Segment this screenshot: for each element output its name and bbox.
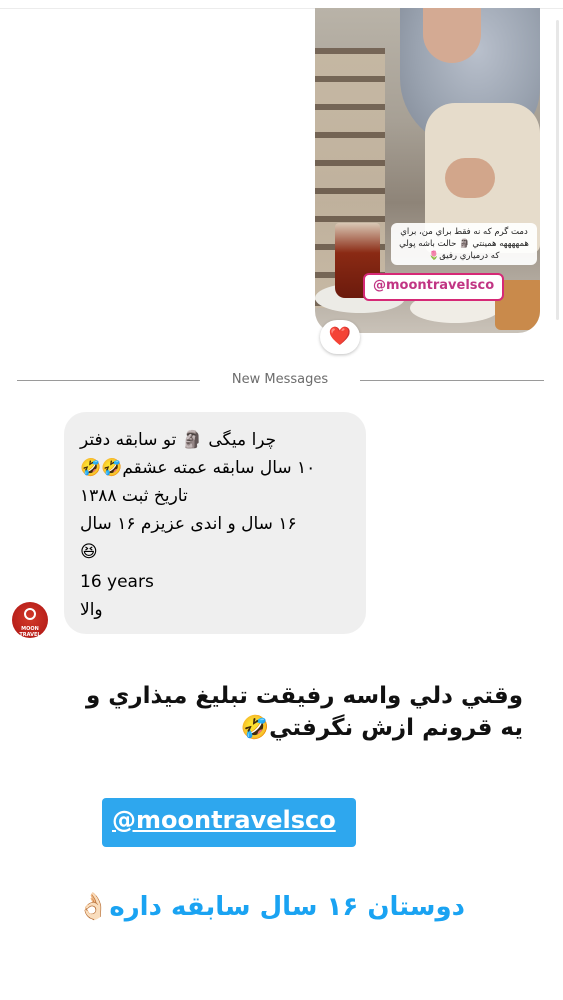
divider-line-left xyxy=(17,380,215,381)
scroll-indicator[interactable] xyxy=(556,20,559,320)
shared-story-photo[interactable]: دمت گرم که نه فقط براي من، براي همههههه … xyxy=(315,8,540,333)
message-line: 16 years xyxy=(80,572,154,592)
photo-hand xyxy=(445,158,495,198)
avatar-label: MOON TRAVEL xyxy=(19,626,41,638)
message-line: 😆 xyxy=(80,542,98,562)
message-bubble[interactable]: چرا میگی 🗿 تو سابقه دفتر ۱۰ سال سابقه عم… xyxy=(64,412,366,634)
mention-sticker[interactable]: @moontravelsco xyxy=(102,798,356,847)
story-text-line: يه قرونم ازش نگرفتي🤣 xyxy=(240,715,523,741)
mention-sticker-label: @moontravelsco xyxy=(112,806,336,834)
message-line: ۱۰ سال سابقه عمته عشقم🤣🤣 xyxy=(80,458,316,478)
message-line: چرا میگی 🗿 تو سابقه دفتر xyxy=(80,430,277,450)
footer-text: دوستان ۱۶ سال سابقه داره👌🏻 xyxy=(76,892,465,922)
heart-reaction-icon[interactable]: ❤️ xyxy=(320,320,360,354)
moon-logo-icon xyxy=(24,608,36,620)
new-messages-divider: New Messages xyxy=(200,372,360,387)
story-text-line: وقتي دلي واسه رفيقت تبليغ ميذاري و xyxy=(85,683,523,709)
photo-caption: دمت گرم که نه فقط براي من، براي همههههه … xyxy=(391,223,537,265)
message-line: ۱۶ سال و اندی عزیزم ۱۶ سال xyxy=(80,514,297,534)
message-line: تاریخ ثبت ۱۳۸۸ xyxy=(80,486,188,506)
story-text: وقتي دلي واسه رفيقت تبليغ ميذاري و يه قر… xyxy=(43,680,523,744)
avatar[interactable]: MOON TRAVEL xyxy=(12,602,48,638)
divider-line-right xyxy=(346,380,544,381)
photo-mention-tag[interactable]: @moontravelsco xyxy=(363,273,505,301)
message-line: والا xyxy=(80,600,103,620)
